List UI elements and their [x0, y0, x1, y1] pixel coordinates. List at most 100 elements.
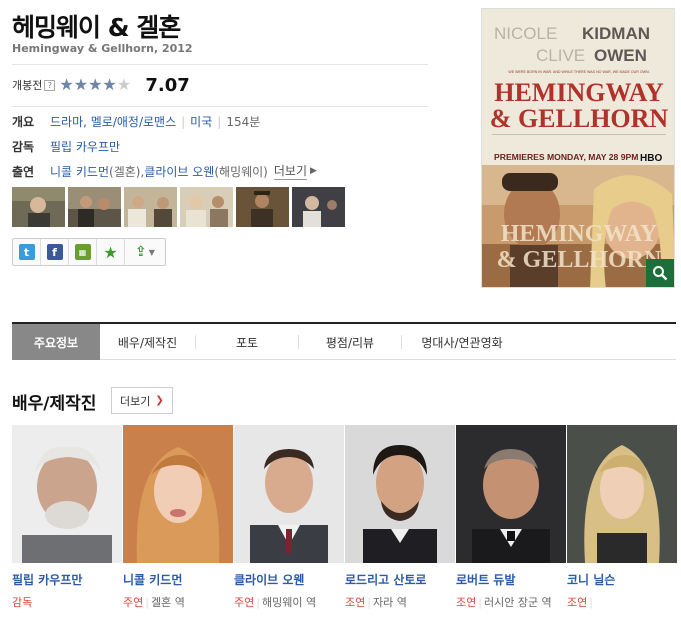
tab-quotes-related[interactable]: 명대사/연관영화 [402, 324, 522, 360]
cast-label: 출연 [12, 164, 35, 179]
cast-photo[interactable] [234, 425, 344, 563]
magnifier-icon [653, 266, 668, 281]
overview-row: 개요 드라마, 멜로/애정/로맨스 | 미국 | 154분 [12, 113, 260, 130]
tab-photo[interactable]: 포토 [196, 324, 298, 360]
still-thumbnails [12, 187, 345, 227]
cast-name[interactable]: 니콜 키드먼 [123, 571, 234, 588]
cast-name[interactable]: 클라이브 오웬 [234, 571, 345, 588]
twitter-share-button[interactable]: t [13, 239, 41, 265]
zoom-button[interactable] [646, 259, 674, 287]
cast-role: 주연 [234, 596, 255, 609]
cast-name[interactable]: 코니 닐슨 [567, 571, 678, 588]
cast-photo[interactable] [456, 425, 566, 563]
facebook-share-button[interactable]: f [41, 239, 69, 265]
bookmark-star-icon: ★ [103, 242, 118, 262]
poster-title-line2: & GELLHORN [490, 104, 669, 133]
cast-role: 주연 [123, 596, 144, 609]
section-title: 배우/제작진 [12, 394, 97, 414]
separator: | [217, 114, 222, 129]
cast-more-link[interactable]: 더보기 [273, 162, 307, 180]
cast-role: 조연 [456, 596, 477, 609]
cast-role-line: 주연 | 해밍웨이 역 [234, 594, 345, 611]
rating-label: 개봉전 [12, 79, 43, 92]
me2day-share-button[interactable]: ▦ [69, 239, 97, 265]
cast-role: 조연 [567, 596, 588, 609]
chevron-right-icon: ▶ [310, 166, 317, 176]
separator: | [367, 596, 371, 609]
still-thumbnail[interactable] [124, 187, 177, 227]
director-row: 감독 필립 카우프만 [12, 138, 120, 155]
cast-photo[interactable] [123, 425, 233, 563]
poster-lower-title-2: & GELLHORN [497, 247, 662, 273]
still-thumbnail[interactable] [236, 187, 289, 227]
tab-reviews[interactable]: 평점/리뷰 [299, 324, 401, 360]
cast-role-line: 조연 | 러시안 장군 역 [456, 594, 567, 611]
director-link[interactable]: 필립 카우프만 [50, 138, 120, 155]
bookmark-button[interactable]: ★ [97, 239, 125, 265]
cast-name[interactable]: 로버트 듀발 [456, 571, 567, 588]
cast-card[interactable]: 필립 카우프만 감독 [12, 425, 123, 611]
cast-photo[interactable] [567, 425, 677, 563]
poster-actor1-last: KIDMAN [582, 24, 650, 43]
separator: | [181, 114, 186, 129]
separator: | [478, 596, 482, 609]
cast-row: 출연 니콜 키드먼 (겔혼), 클라이브 오웬 (해밍웨이) 더보기 ▶ [12, 162, 317, 180]
help-icon[interactable]: ? [44, 79, 56, 91]
original-title: Hemingway & Gellhorn, 2012 [12, 42, 193, 55]
still-thumbnail[interactable] [292, 187, 345, 227]
rating-score: 7.07 [145, 74, 190, 96]
overview-label: 개요 [12, 115, 35, 129]
divider [12, 106, 428, 107]
separator: | [256, 596, 260, 609]
cast-name[interactable]: 필립 카우프만 [12, 571, 123, 588]
cast-character: 자라 역 [372, 596, 407, 609]
still-thumbnail[interactable] [12, 187, 65, 227]
section-more-button[interactable]: 더보기 ❯ [111, 387, 173, 414]
cast-role-line: 조연 | [567, 594, 678, 611]
still-thumbnail[interactable] [180, 187, 233, 227]
stars-filled-icon: ★★★★★ [59, 77, 116, 93]
cast-role: 조연 [345, 596, 366, 609]
facebook-icon: f [46, 244, 63, 260]
poster-premiere: PREMIERES MONDAY, MAY 28 9PM [494, 152, 638, 162]
cast-role-line: 주연 | 겔혼 역 [123, 594, 234, 611]
twitter-icon: t [18, 244, 35, 260]
still-thumbnail[interactable] [68, 187, 121, 227]
star-rating: ★★★★★ ★★★★★ [59, 77, 139, 93]
country-link[interactable]: 미국 [190, 113, 212, 130]
cast-list: 필립 카우프만 감독 니콜 키드먼 주연 | 겔혼 역 클라이브 오웬 주연 | 해밍웨… [12, 425, 678, 611]
poster-network: HBO [640, 153, 662, 164]
cast-card[interactable]: 로드리고 산토로 조연 | 자라 역 [345, 425, 456, 611]
poster-actor1-first: NICOLE [494, 24, 557, 43]
poster-lower-title-1: HEMINGWAY [501, 221, 657, 247]
cast-photo[interactable] [12, 425, 122, 563]
poster-tagline: WE WERE BORN IN WAR. AND WHILE THERE WAS… [508, 70, 649, 74]
cast-role: (겔혼), [109, 164, 145, 179]
cast-card[interactable]: 니콜 키드먼 주연 | 겔혼 역 [123, 425, 234, 611]
cast-card[interactable]: 로버트 듀발 조연 | 러시안 장군 역 [456, 425, 567, 611]
share-icon: ⇪ ▼ [135, 244, 155, 260]
more-share-button[interactable]: ⇪ ▼ [125, 239, 165, 265]
section-tabs: 주요정보 배우/제작진 포토 평점/리뷰 명대사/연관영화 [12, 322, 676, 360]
cast-role-line: 감독 [12, 594, 123, 611]
chevron-right-icon: ❯ [155, 395, 164, 406]
cast-role-line: 조연 | 자라 역 [345, 594, 456, 611]
cast-role: (해밍웨이) [214, 164, 268, 179]
poster-image[interactable]: NICOLE KIDMAN CLIVE OWEN WE WERE BORN IN… [481, 8, 675, 288]
cast-card[interactable]: 클라이브 오웬 주연 | 해밍웨이 역 [234, 425, 345, 611]
page-title: 헤밍웨이 & 겔혼 [12, 13, 181, 42]
tab-cast-crew[interactable]: 배우/제작진 [100, 324, 195, 360]
cast-link[interactable]: 클라이브 오웬 [144, 163, 214, 180]
cast-character: 러시안 장군 역 [483, 596, 552, 609]
rating-row: 개봉전 ? ★★★★★ ★★★★★ 7.07 [12, 74, 190, 96]
genre-link[interactable]: 드라마, 멜로/애정/로맨스 [50, 113, 176, 130]
cast-card[interactable]: 코니 닐슨 조연 | [567, 425, 678, 611]
tab-main-info[interactable]: 주요정보 [12, 324, 100, 360]
poster-artwork: NICOLE KIDMAN CLIVE OWEN WE WERE BORN IN… [482, 9, 674, 287]
cast-character: 겔혼 역 [150, 596, 185, 609]
cast-name[interactable]: 로드리고 산토로 [345, 571, 456, 588]
runtime: 154분 [226, 115, 261, 129]
me2day-icon: ▦ [74, 244, 91, 260]
cast-link[interactable]: 니콜 키드먼 [50, 163, 109, 180]
cast-photo[interactable] [345, 425, 455, 563]
